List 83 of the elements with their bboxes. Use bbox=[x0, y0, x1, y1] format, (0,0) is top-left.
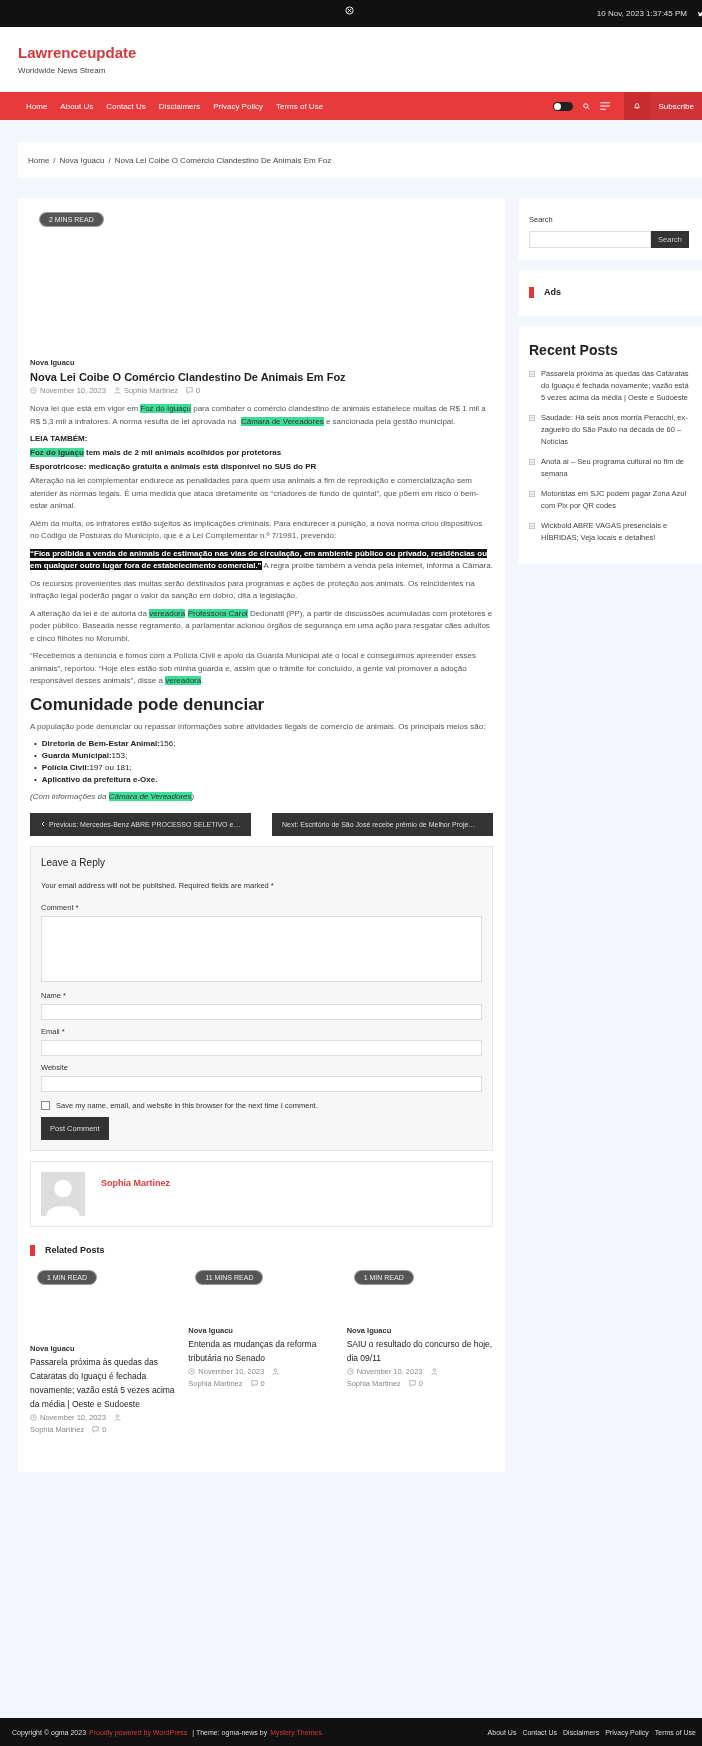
save-info-checkbox[interactable] bbox=[41, 1100, 50, 1110]
notification-button[interactable] bbox=[624, 92, 651, 120]
input-field[interactable] bbox=[41, 1075, 482, 1092]
nav-link[interactable]: Privacy Policy bbox=[213, 101, 263, 111]
nav-link[interactable]: About Us bbox=[60, 101, 94, 111]
ads-heading: Ads bbox=[544, 287, 561, 297]
highlighted-link[interactable]: Foz do Iguaçu bbox=[140, 404, 191, 413]
highlighted-link[interactable]: Câmara de Vereadores bbox=[108, 792, 192, 801]
comment-icon bbox=[92, 1425, 100, 1433]
article-paragraph: Nova lei que está em vigor em Foz do Iguaçu para combater o comércio clandestino de animais estabelece multas de R$ 1 mil a R$ 5,3 mil a infratores. A norma resulta de lei aprovada na Câmara de Vereadores e sancionada pela gestão municipal. bbox=[30, 403, 487, 428]
nav-link[interactable]: Home bbox=[26, 101, 48, 111]
clock-icon bbox=[346, 1367, 354, 1375]
menu-icon[interactable] bbox=[600, 102, 611, 110]
site-title[interactable]: Lawrenceupdate bbox=[18, 44, 137, 61]
highlighted-link[interactable]: vereadora bbox=[149, 608, 186, 618]
author-name[interactable]: Sophia Martinez bbox=[101, 1177, 170, 1188]
document-icon bbox=[529, 459, 535, 465]
related-headline: Esporotricose: medicação gratuita a animais está disponível no SUS do PR bbox=[30, 461, 318, 473]
highlighted-link[interactable]: Foz do Iguaçu bbox=[30, 448, 84, 457]
comment-icon bbox=[186, 387, 194, 394]
section-heading: Comunidade pode denunciar bbox=[30, 694, 266, 715]
input-field[interactable] bbox=[41, 1003, 482, 1020]
document-icon bbox=[529, 523, 535, 529]
date-time: 10 Nov, 2023 1:37:45 PM bbox=[596, 9, 687, 18]
dark-mode-toggle[interactable] bbox=[553, 101, 574, 111]
read-also-label: LEIA TAMBÉM: bbox=[30, 433, 89, 445]
reply-heading: Leave a Reply bbox=[41, 856, 106, 868]
highlighted-link[interactable]: Professora Carol bbox=[187, 608, 248, 618]
document-icon bbox=[529, 371, 535, 377]
article-paragraph: A população pode denunciar ou repassar informações sobre atividades ilegais de comércio de animais. Os principais meios são: bbox=[30, 720, 487, 733]
list-item: Polícia Civil:197 ou 181; bbox=[41, 762, 132, 774]
nav-link[interactable]: Disclaimers bbox=[158, 101, 201, 111]
close-icon[interactable] bbox=[345, 6, 354, 15]
bullet: • bbox=[34, 750, 37, 762]
article-paragraph: Os recursos provenientes das multas serão destinados para programas e ações de proteção aos animais. Os reincidentes na infração legal poderão pagar o valor da sanção em dobro, dita a legislação. bbox=[30, 577, 476, 602]
bullet: • bbox=[34, 762, 37, 774]
breadcrumb-link[interactable]: Home bbox=[28, 155, 50, 165]
comment-icon bbox=[250, 1379, 258, 1387]
related-post-title[interactable]: SAIU o resultado do concurso de hoje, dia 09/11 bbox=[346, 1336, 493, 1365]
article-paragraph: “Recebemos a denúncia e fomos com a Polícia Civil e apoio da Guarda Municipal até o local e conseguimos apreender esses animais”, reportou. “Hoje eles estão sob minha guarda e, assim que o trâmite for concluído, a gente vai promover a adoção responsável desses animais”, disse a vereadora. bbox=[30, 650, 478, 687]
title-accent bbox=[529, 286, 534, 298]
related-posts-heading: Related Posts bbox=[45, 1245, 105, 1255]
list-item: Aplicativo da prefeitura e-Oxe. bbox=[41, 774, 158, 786]
person-icon bbox=[113, 387, 121, 394]
title-accent bbox=[30, 1244, 35, 1256]
highlighted-link[interactable]: Câmara de Vereadores bbox=[240, 416, 324, 426]
person-icon bbox=[430, 1367, 438, 1375]
recent-posts-heading: Recent Posts bbox=[529, 342, 619, 358]
person-icon bbox=[113, 1413, 121, 1421]
article-paragraph: “Fica proibida a venda de animais de estimação nas vias de circulação, em ambiente público ou privado, residências ou em qualquer outro lugar fora de estabelecimento comercial.” A regra proíbe também a venda pela internet, informa a Câmara. bbox=[30, 547, 493, 572]
breadcrumb-separator: / bbox=[108, 155, 111, 165]
search-icon[interactable] bbox=[583, 102, 591, 110]
input-field[interactable] bbox=[41, 1039, 482, 1056]
bullet: • bbox=[34, 738, 37, 750]
person-icon bbox=[272, 1367, 280, 1375]
related-post-title[interactable]: Passarela próxima às quedas das Cataratas do Iguaçu é fechada novamente; vazão está 5 vezes acima da média | Oeste e Sudoeste bbox=[30, 1354, 177, 1411]
search-field[interactable] bbox=[529, 231, 651, 248]
list-item: Diretoria de Bem-Estar Animal:156; bbox=[41, 738, 176, 750]
article-paragraph: Além da multa, os infratores estão sujeitos às implicações criminais. Para endurecer a punição, a nova norma criou dispositivos no Código de Posturas do Município, que é a Lei Complementar n.º 7/1991, prevendo: bbox=[30, 517, 484, 542]
clock-icon bbox=[30, 387, 37, 394]
article-title: Nova Lei Coibe O Comércio Clandestino De Animais Em Foz bbox=[30, 371, 347, 383]
list-item: Guarda Municipal:153; bbox=[41, 750, 128, 762]
article-paragraph: Alteração na lei complementar endurece as penalidades para quem usa animais a fim de reprodução e comercialização sem atender às normas legais. É uma medida que ataca diretamente os “criadores de fundo de quintal”, que põem em risco o bem-estar animal. bbox=[30, 475, 480, 512]
bell-icon bbox=[633, 102, 642, 110]
article-paragraph: A alteração da lei é de autoria da vereadora Professora Carol Dedonatti (PP), a partir de discussões acumuladas com protetores e poder público. Baseada nesse regramento, a parlamentar acionou órgãos de segurança em uma ação para resgatar cães adultos e cinco filhotes no Morumbi. bbox=[30, 607, 493, 645]
document-icon bbox=[529, 415, 535, 421]
avatar-silhouette bbox=[41, 1171, 85, 1216]
related-headline: Foz do Iguaçu tem mais de 2 mil animais acolhidos por protetoras bbox=[30, 447, 283, 459]
nav-link[interactable]: Contact Us bbox=[106, 101, 146, 111]
related-post-title[interactable]: Entenda as mudanças da reforma tributária no Senado bbox=[188, 1336, 335, 1365]
breadcrumb-separator: / bbox=[53, 155, 56, 165]
subscribe-button[interactable]: Subscribe bbox=[650, 92, 702, 120]
clock-icon bbox=[30, 1413, 37, 1421]
source-note: (Com informações da Câmara de Vereadores) bbox=[30, 791, 196, 803]
twitter-icon[interactable] bbox=[697, 9, 702, 18]
clock-icon bbox=[188, 1367, 196, 1375]
comment-icon bbox=[408, 1379, 416, 1387]
bullet: • bbox=[34, 774, 37, 786]
breadcrumb-link[interactable]: Nova Iguacu bbox=[59, 155, 105, 165]
site-tagline: Worldwide News Stream bbox=[18, 66, 106, 75]
document-icon bbox=[529, 491, 535, 497]
breadcrumb-link[interactable]: Nova Lei Coibe O Comércio Clandestino De Animais Em Foz bbox=[114, 155, 332, 165]
nav-link[interactable]: Terms of Use bbox=[275, 101, 324, 111]
